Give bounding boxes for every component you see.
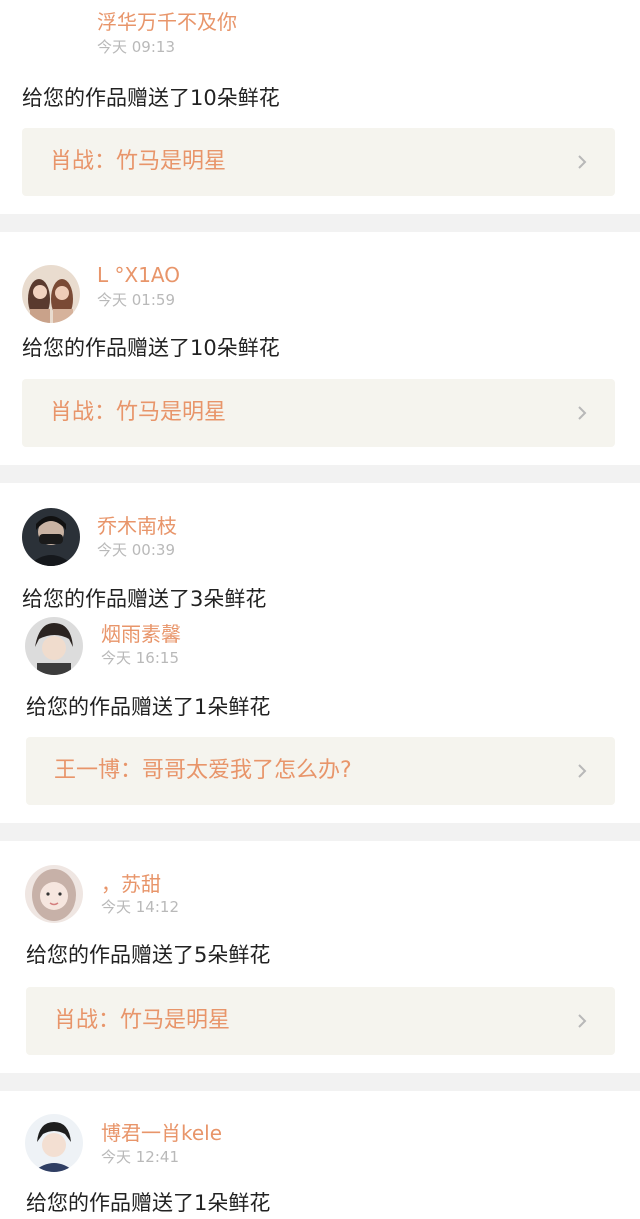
timestamp: 今天 14:12 bbox=[101, 898, 179, 916]
work-link[interactable]: 肖战：竹马是明星 bbox=[26, 987, 615, 1055]
timestamp: 今天 01:59 bbox=[97, 291, 175, 309]
work-link[interactable]: 王一博：哥哥太爱我了怎么办? bbox=[26, 737, 615, 805]
chevron-right-icon bbox=[578, 764, 587, 778]
timestamp: 今天 16:15 bbox=[101, 649, 179, 667]
username[interactable]: 烟雨素馨 bbox=[101, 621, 181, 647]
notification-card: 博君一肖kele 今天 12:41 给您的作品赠送了1朵鲜花 bbox=[0, 1091, 640, 1219]
notification-card: L °X1AO 今天 01:59 给您的作品赠送了10朵鲜花 肖战：竹马是明星 bbox=[0, 232, 640, 465]
chevron-right-icon bbox=[578, 406, 587, 420]
avatar[interactable] bbox=[22, 265, 80, 323]
work-link[interactable]: 肖战：竹马是明星 bbox=[22, 128, 615, 196]
avatar[interactable] bbox=[25, 617, 83, 675]
username[interactable]: L °X1AO bbox=[97, 262, 180, 288]
notification-card: 乔木南枝 今天 00:39 给您的作品赠送了3朵鲜花 烟雨素馨 今天 16:15… bbox=[0, 483, 640, 823]
avatar[interactable] bbox=[25, 865, 83, 923]
username[interactable]: 乔木南枝 bbox=[97, 513, 177, 539]
chevron-right-icon bbox=[578, 155, 587, 169]
avatar[interactable] bbox=[22, 508, 80, 566]
gift-message: 给您的作品赠送了1朵鲜花 bbox=[26, 1191, 271, 1215]
flower-notifications-page: 浮华万千不及你 今天 09:13 给您的作品赠送了10朵鲜花 肖战：竹马是明星 … bbox=[0, 0, 640, 1219]
username[interactable]: ，苏甜 bbox=[101, 871, 161, 897]
username[interactable]: 博君一肖kele bbox=[101, 1120, 222, 1146]
gift-message: 给您的作品赠送了10朵鲜花 bbox=[22, 336, 280, 360]
notification-card: ，苏甜 今天 14:12 给您的作品赠送了5朵鲜花 肖战：竹马是明星 bbox=[0, 841, 640, 1073]
timestamp: 今天 00:39 bbox=[97, 541, 175, 559]
gift-message: 给您的作品赠送了5朵鲜花 bbox=[26, 943, 271, 967]
gift-message: 给您的作品赠送了1朵鲜花 bbox=[26, 695, 271, 719]
work-title: 王一博：哥哥太爱我了怎么办? bbox=[54, 758, 352, 783]
chevron-right-icon bbox=[578, 1014, 587, 1028]
notification-card: 浮华万千不及你 今天 09:13 给您的作品赠送了10朵鲜花 肖战：竹马是明星 bbox=[0, 0, 640, 214]
gift-message: 给您的作品赠送了3朵鲜花 bbox=[22, 587, 267, 611]
timestamp: 今天 09:13 bbox=[97, 38, 175, 56]
timestamp: 今天 12:41 bbox=[101, 1148, 179, 1166]
avatar[interactable] bbox=[25, 1114, 83, 1172]
work-title: 肖战：竹马是明星 bbox=[50, 149, 227, 174]
work-title: 肖战：竹马是明星 bbox=[50, 400, 227, 425]
work-title: 肖战：竹马是明星 bbox=[54, 1008, 231, 1033]
work-link[interactable]: 肖战：竹马是明星 bbox=[22, 379, 615, 447]
username[interactable]: 浮华万千不及你 bbox=[97, 9, 237, 35]
gift-message: 给您的作品赠送了10朵鲜花 bbox=[22, 86, 280, 110]
